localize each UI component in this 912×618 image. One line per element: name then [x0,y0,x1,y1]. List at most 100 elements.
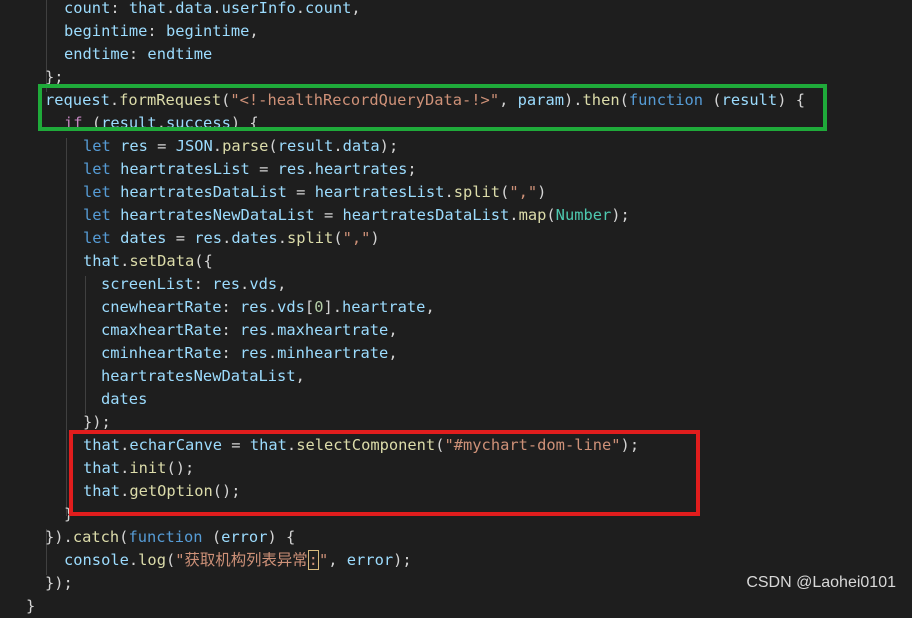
code-token: split [453,183,501,201]
code-token: dates [120,229,167,247]
code-line: let heartratesNewDataList = heartratesDa… [83,204,630,227]
code-token: res [277,160,306,178]
code-token: : [193,275,213,293]
code-token: }); [83,413,111,431]
code-token: dates [101,390,148,408]
code-token: begintime [165,22,250,40]
code-token: res [194,229,223,247]
code-line: cminheartRate: res.minheartrate, [101,342,398,365]
code-token: cminheartRate [101,344,222,362]
code-token: userInfo [221,0,296,17]
code-token: heartrate [342,298,426,316]
code-token: heartratesDataList [342,206,510,224]
code-token: res [120,137,148,155]
code-token: . [267,321,278,339]
code-line: let res = JSON.parse(result.data); [83,135,398,158]
code-token: : [221,344,241,362]
code-token: , [328,551,347,569]
code-token: Number [555,206,612,224]
code-token: let [83,137,111,155]
code-token: cmaxheartRate [101,321,222,339]
code-token: = [249,160,278,178]
code-token: = [166,229,195,247]
code-line: count: that.data.userInfo.count, [64,0,361,20]
code-token: . [212,137,223,155]
code-token: map [518,206,547,224]
code-line: }).catch(function (error) { [45,526,295,549]
code-editor[interactable]: count: that.data.userInfo.count, beginti… [0,0,912,615]
code-token: , [388,344,398,362]
code-token: . [240,275,250,293]
code-token: . [333,137,343,155]
code-token: , [277,275,287,293]
code-token: . [305,160,315,178]
code-line: let dates = res.dates.split(",") [83,227,380,250]
code-token: vds [249,275,278,293]
code-token: " [318,551,329,569]
code-token: that [83,252,121,270]
code-token: }); [45,574,73,592]
code-token: : [128,45,148,63]
code-line: endtime: endtime [64,43,212,66]
code-token: = [314,206,343,224]
code-line: heartratesNewDataList, [101,365,305,388]
red-highlight-box [69,430,700,516]
code-token: = [147,137,176,155]
code-token: endtime [64,45,129,63]
code-token: . [277,229,287,247]
code-token: }). [45,528,73,546]
code-token: "," [509,183,538,201]
code-token: res [240,344,268,362]
code-line: let heartratesList = res.heartrates; [83,158,417,181]
code-token: ( [500,183,510,201]
green-highlight-box [38,84,827,131]
indent-guide [66,138,67,516]
code-token: let [83,183,111,201]
code-token: heartrates [314,160,408,178]
code-token: function [128,528,203,546]
code-line: cmaxheartRate: res.maxheartrate, [101,319,398,342]
code-token: . [120,252,130,270]
code-token: "," [342,229,371,247]
indent-guide [85,276,86,414]
code-token: catch [72,528,120,546]
code-line: }); [45,572,73,595]
code-token: res [240,321,268,339]
code-token: count [305,0,352,17]
code-token: heartratesNewDataList [120,206,315,224]
code-line: that.setData({ [83,250,213,273]
code-token: } [26,597,36,615]
code-token: error [346,551,394,569]
code-token: heartratesList [120,160,250,178]
code-token: , [295,367,305,385]
code-token: result [277,137,334,155]
code-token: . [165,0,176,17]
code-line: console.log("获取机构列表异常:", error); [64,549,412,572]
code-token: split [286,229,334,247]
code-token: heartratesDataList [120,183,287,201]
code-token: , [388,321,398,339]
code-token: that [128,0,166,17]
code-token: = [286,183,315,201]
code-token: setData [129,252,195,270]
code-token: . [267,344,278,362]
code-token: . [444,183,454,201]
code-token: ); [611,206,630,224]
code-line: let heartratesDataList = heartratesList.… [83,181,546,204]
code-token: let [83,229,111,247]
code-token: count [64,0,111,17]
code-token: let [83,206,111,224]
watermark-text: CSDN @Laohei0101 [746,574,896,591]
code-token: ( [202,528,222,546]
code-token: [ [304,298,315,316]
code-token: ); [379,137,399,155]
code-token: log [138,551,166,569]
code-token: . [222,229,232,247]
code-token: maxheartrate [277,321,389,339]
code-token: data [175,0,213,17]
code-token: parse [222,137,269,155]
code-token: "获取机构列表异常 [175,551,308,569]
